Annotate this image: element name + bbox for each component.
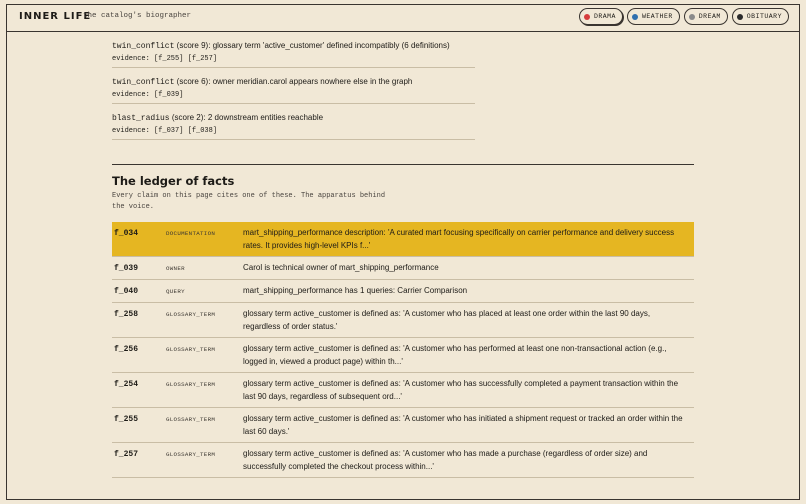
finding-text: 2 downstream entities reachable <box>207 113 324 122</box>
finding-score: (score 6): <box>176 77 211 86</box>
finding-code: twin_conflict <box>112 78 175 87</box>
fact-id: f_257 <box>114 450 139 459</box>
finding-item: blast_radius (score 2): 2 downstream ent… <box>112 104 475 140</box>
app-title: INNER LIFE <box>19 11 92 22</box>
fact-kind: QUERY <box>166 288 185 295</box>
fact-id: f_034 <box>114 229 139 238</box>
mode-label: DRAMA <box>593 13 616 20</box>
ledger-table: f_034 DOCUMENTATION mart_shipping_perfor… <box>112 222 694 478</box>
fact-id: f_040 <box>114 287 139 296</box>
ledger-row-f040[interactable]: f_040 QUERY mart_shipping_performance ha… <box>112 280 694 303</box>
ledger-row-f034[interactable]: f_034 DOCUMENTATION mart_shipping_perfor… <box>112 222 694 257</box>
mode-switcher: DRAMA WEATHER DREAM OBITUARY <box>578 8 789 25</box>
finding-item: twin_conflict (score 6): owner meridian.… <box>112 68 475 104</box>
finding-text: glossary term 'active_customer' defined … <box>212 41 450 50</box>
fact-text: glossary term active_customer is defined… <box>243 414 683 436</box>
app-frame: INNER LIFE the catalog's biographer DRAM… <box>6 4 800 500</box>
drama-dot-icon <box>583 13 590 20</box>
fact-kind: OWNER <box>166 265 185 272</box>
ledger-row-f257[interactable]: f_257 GLOSSARY_TERM glossary term active… <box>112 443 694 478</box>
finding-evidence: evidence: [f_255] [f_257] <box>112 55 218 63</box>
finding-code: twin_conflict <box>112 42 175 51</box>
ledger-subtitle: Every claim on this page cites one of th… <box>112 192 386 211</box>
fact-kind: GLOSSARY_TERM <box>166 416 216 423</box>
weather-dot-icon <box>631 13 638 20</box>
fact-text: Carol is technical owner of mart_shippin… <box>243 263 439 272</box>
fact-text: glossary term active_customer is defined… <box>243 309 651 331</box>
ledger-row-f254[interactable]: f_254 GLOSSARY_TERM glossary term active… <box>112 373 694 408</box>
ledger-section-header: The ledger of facts Every claim on this … <box>112 164 694 213</box>
ledger-row-f258[interactable]: f_258 GLOSSARY_TERM glossary term active… <box>112 303 694 338</box>
finding-score: (score 9): <box>176 41 211 50</box>
fact-text: glossary term active_customer is defined… <box>243 449 648 471</box>
finding-code: blast_radius <box>112 114 170 123</box>
fact-text: mart_shipping_performance has 1 queries:… <box>243 286 468 295</box>
app-tagline: the catalog's biographer <box>83 12 192 20</box>
ledger-row-f256[interactable]: f_256 GLOSSARY_TERM glossary term active… <box>112 338 694 373</box>
fact-id: f_258 <box>114 310 139 319</box>
fact-id: f_039 <box>114 264 139 273</box>
finding-item: twin_conflict (score 9): glossary term '… <box>112 32 475 68</box>
fact-id: f_256 <box>114 345 139 354</box>
mode-label: WEATHER <box>641 13 673 20</box>
fact-id: f_255 <box>114 415 139 424</box>
fact-id: f_254 <box>114 380 139 389</box>
fact-kind: GLOSSARY_TERM <box>166 346 216 353</box>
ledger-row-f039[interactable]: f_039 OWNER Carol is technical owner of … <box>112 257 694 280</box>
fact-text: glossary term active_customer is defined… <box>243 379 679 401</box>
fact-text: mart_shipping_performance description: '… <box>243 228 675 250</box>
fact-kind: GLOSSARY_TERM <box>166 451 216 458</box>
mode-weather-button[interactable]: WEATHER <box>626 8 680 25</box>
finding-evidence: evidence: [f_037] [f_038] <box>112 127 218 135</box>
mode-label: DREAM <box>698 13 721 20</box>
ledger-row-f255[interactable]: f_255 GLOSSARY_TERM glossary term active… <box>112 408 694 443</box>
mode-label: OBITUARY <box>746 13 782 20</box>
obituary-dot-icon <box>736 13 743 20</box>
finding-text: owner meridian.carol appears nowhere els… <box>212 77 413 86</box>
main-content: twin_conflict (score 9): glossary term '… <box>112 32 694 478</box>
dream-dot-icon <box>688 13 695 20</box>
fact-text: glossary term active_customer is defined… <box>243 344 667 366</box>
fact-kind: GLOSSARY_TERM <box>166 311 216 318</box>
finding-evidence: evidence: [f_039] <box>112 91 184 99</box>
top-bar: INNER LIFE the catalog's biographer DRAM… <box>7 5 799 32</box>
fact-kind: DOCUMENTATION <box>166 230 216 237</box>
fact-kind: GLOSSARY_TERM <box>166 381 216 388</box>
mode-dream-button[interactable]: DREAM <box>683 8 728 25</box>
mode-obituary-button[interactable]: OBITUARY <box>731 8 789 25</box>
mode-drama-button[interactable]: DRAMA <box>578 8 623 25</box>
finding-score: (score 2): <box>171 113 206 122</box>
ledger-title: The ledger of facts <box>112 174 235 188</box>
